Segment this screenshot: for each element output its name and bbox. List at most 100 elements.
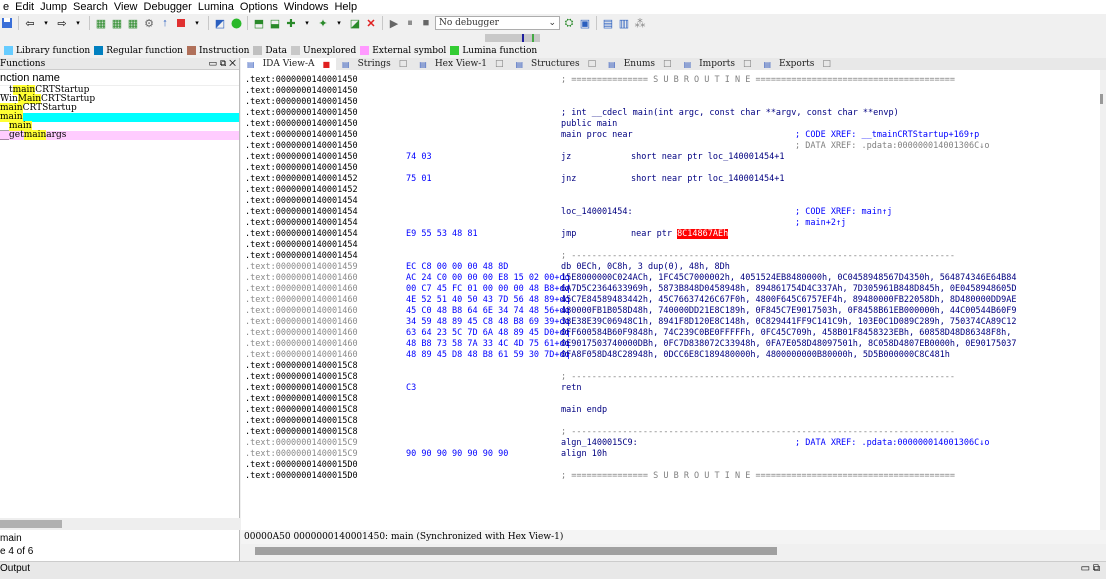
disasm-line[interactable]: .text:0000000140001460 4E 52 51 40 50 43 … [245,295,1103,306]
open-binary-icon[interactable]: ▦ [126,16,140,30]
run-icon[interactable] [229,16,243,30]
disasm-line[interactable]: .text:00000001400015C8 ; ----------------… [245,372,1103,383]
menu-item-windows[interactable]: Windows [281,0,332,14]
disasm-line[interactable]: .text:0000000140001460 34 59 48 89 45 C8 … [245,317,1103,328]
chevron-down-icon[interactable]: ▾ [39,16,53,30]
output-panel-controls[interactable]: ▭ ⧉ [1081,563,1100,574]
function-name-column-header[interactable]: nction name [0,70,239,86]
attach-icon[interactable]: ▣ [578,16,592,30]
xref-comment[interactable]: ; main+2↑j [795,218,846,229]
menu-item-e[interactable]: e [0,0,12,14]
menu-item-edit[interactable]: Edit [12,0,37,14]
disasm-line[interactable]: .text:00000001400015C8 [245,416,1103,427]
open-binary-icon[interactable]: ▦ [110,16,124,30]
tab-structures[interactable]: ▤ Structures □ [509,58,602,70]
xref-icon[interactable]: ⬓ [268,16,282,30]
disasm-line[interactable]: .text:0000000140001454 ; ----------------… [245,251,1103,262]
tab-hex-view-1[interactable]: ▤ Hex View-1 □ [413,58,509,70]
function-list-item[interactable]: main [0,112,239,122]
close-icon[interactable]: □ [663,59,672,69]
disasm-line[interactable]: .text:0000000140001460 00 C7 45 FC 01 00 … [245,284,1103,295]
close-icon[interactable]: □ [822,59,831,69]
disasm-line[interactable]: •.text:0000000140001452 75 01 jnz short nea… [241,174,1103,185]
disasm-line[interactable]: •.text:00000001400015C8 C3 retn [241,383,1103,394]
disasm-line[interactable]: .text:00000001400015C8 main endp [245,405,1103,416]
invalid-target[interactable]: 8C14867AEh [677,229,729,239]
menu-item-lumina[interactable]: Lumina [195,0,237,14]
trace-icon[interactable]: ▤ [601,16,615,30]
disasm-line[interactable]: .text:0000000140001450 [245,97,1103,108]
data-icon[interactable]: ✦ [316,16,330,30]
disasm-line[interactable]: .text:00000001400015C9 algn_1400015C9: ; D… [245,438,1103,449]
chevron-down-icon[interactable]: ▾ [332,16,346,30]
menu-item-options[interactable]: Options [237,0,281,14]
tab-strings[interactable]: ▤ Strings □ [336,58,413,70]
functions-hscrollbar[interactable] [0,518,240,530]
debugger-select[interactable]: No debugger ⌄ [435,16,560,30]
back-icon[interactable]: ⇦ [23,16,37,30]
stop-icon[interactable] [174,16,188,30]
undefine-icon[interactable]: ✕ [364,16,378,30]
chevron-down-icon[interactable]: ▾ [190,16,204,30]
xref-comment[interactable]: ; DATA XREF: .pdata:000000014001306C↓o [795,438,989,449]
menu-item-jump[interactable]: Jump [37,0,70,14]
disasm-line[interactable]: .text:0000000140001450 public main [245,119,1103,130]
tools-icon[interactable]: ⚙ [142,16,156,30]
disasm-line[interactable]: .text:0000000140001452 [245,185,1103,196]
disasm-line[interactable]: •.text:0000000140001460 AC 24 C0 00 00 00… [241,273,1103,284]
menu-item-help[interactable]: Help [331,0,360,14]
disasm-line[interactable]: .text:0000000140001450 ; DATA XREF: .pdat… [245,141,1103,152]
disasm-line[interactable]: •.text:0000000140001459 EC C8 00 00 00 48… [241,262,1103,273]
forward-icon[interactable]: ⇨ [55,16,69,30]
disasm-line[interactable]: •.text:00000001400015C9 90 90 90 90 90 90… [241,449,1103,460]
disasm-line[interactable]: •.text:0000000140001454 E9 55 53 48 81 jmp… [241,229,1103,240]
disasm-line[interactable]: .text:0000000140001450 [245,86,1103,97]
close-icon[interactable]: □ [588,59,597,69]
tab-imports[interactable]: ▤ Imports □ [678,58,758,70]
disasm-line[interactable]: .text:0000000140001460 48 89 45 D8 48 B8 … [245,350,1103,361]
tab-enums[interactable]: ▤ Enums □ [602,58,677,70]
xref-comment[interactable]: ; CODE XREF: __tmainCRTStartup+169↑p [795,130,979,141]
close-icon[interactable]: □ [743,59,752,69]
disassembly-view[interactable]: .text:0000000140001450 ; =============== … [241,70,1103,530]
disasm-line[interactable]: .text:0000000140001454 [245,196,1103,207]
tab-ida-view-a[interactable]: ▤ IDA View-A ■ [241,58,337,70]
xref-comment[interactable]: ; DATA XREF: .pdata:000000014001306C↓o [795,141,989,152]
code-icon[interactable]: ✚ [284,16,298,30]
disasm-line[interactable]: .text:0000000140001454 [245,240,1103,251]
struct-icon[interactable]: ◪ [348,16,362,30]
disasm-line[interactable]: .text:0000000140001460 48 B8 73 58 7A 33 … [245,339,1103,350]
tab-exports[interactable]: ▤ Exports □ [757,58,836,70]
disasm-line[interactable]: .text:0000000140001460 63 64 23 5C 7D 6A … [245,328,1103,339]
function-list-item[interactable]: __getmainargs [0,130,239,140]
disasm-line[interactable]: .text:0000000140001460 45 C0 48 B8 64 6E … [245,306,1103,317]
menu-item-debugger[interactable]: Debugger [141,0,195,14]
disasm-line[interactable]: .text:0000000140001450 main proc near ; CO… [245,130,1103,141]
disasm-line[interactable]: .text:0000000140001450 ; int __cdecl main… [245,108,1103,119]
graph-icon[interactable]: ◩ [213,16,227,30]
disasm-line[interactable]: .text:00000001400015C8 ; ----------------… [245,427,1103,438]
disasm-line[interactable]: .text:0000000140001454 loc_140001454: ; CO… [245,207,1103,218]
stop-debug-icon[interactable]: ■ [419,16,433,30]
function-list-item[interactable]: mainCRTStartup [0,103,239,113]
open-binary-icon[interactable]: ▦ [94,16,108,30]
navigation-band[interactable] [485,34,540,42]
close-icon[interactable]: □ [399,59,408,69]
close-icon[interactable]: ■ [322,60,330,69]
panel-controls[interactable]: ▭ ⧉ ✕ [208,59,236,69]
disasm-line[interactable]: .text:00000001400015D0 [245,460,1103,471]
xref-comment[interactable]: ; CODE XREF: main↑j [795,207,892,218]
chevron-down-icon[interactable]: ▾ [300,16,314,30]
disassembly-hscrollbar[interactable] [241,544,1103,558]
trace-icon[interactable]: ▥ [617,16,631,30]
play-icon[interactable]: ▶ [387,16,401,30]
menu-item-view[interactable]: View [111,0,141,14]
disasm-line[interactable]: .text:00000001400015C8 [245,394,1103,405]
close-icon[interactable]: □ [495,59,504,69]
up-arrow-icon[interactable]: ↑ [158,16,172,30]
disasm-line[interactable]: .text:0000000140001450 [245,163,1103,174]
disasm-line[interactable]: .text:0000000140001450 ; =============== … [245,75,1103,86]
disasm-line[interactable]: .text:00000001400015D0 ; =============== … [245,471,1103,482]
disasm-line[interactable]: •.text:0000000140001450 74 03 jz short near… [241,152,1103,163]
disassembly-vscrollbar[interactable] [1100,70,1103,530]
